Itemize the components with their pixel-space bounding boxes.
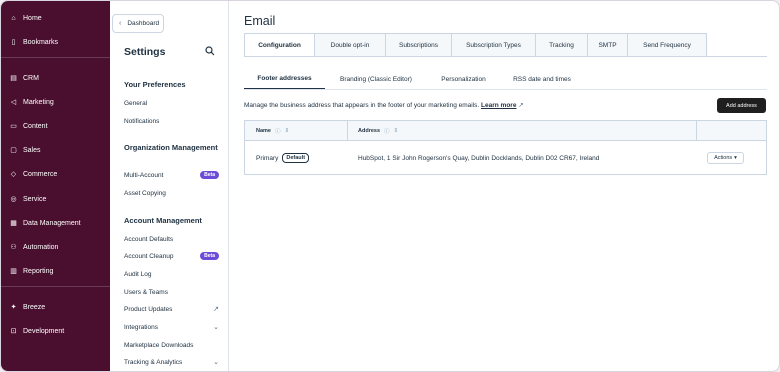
tab-configuration[interactable]: Configuration bbox=[244, 33, 315, 57]
table-cell-name: Primary Default bbox=[256, 152, 310, 164]
column-header-address[interactable]: Address ⓘ ⇕ bbox=[358, 121, 398, 141]
sidebar-item-users-teams[interactable]: Users & Teams bbox=[124, 287, 219, 297]
service-icon: ◎ bbox=[10, 195, 17, 203]
caret-down-icon: ▾ bbox=[734, 155, 737, 161]
breeze-icon: ✦ bbox=[10, 303, 17, 311]
back-to-dashboard-button[interactable]: ‹ Dashboard bbox=[112, 14, 164, 33]
addresses-table: Name ⓘ ⇕ Address ⓘ ⇕ Primary Default Hub… bbox=[244, 120, 767, 175]
nav-item-marketing[interactable]: ◁ Marketing bbox=[1, 92, 110, 112]
subtab-rss-date-times[interactable]: RSS date and times bbox=[500, 68, 584, 90]
subtab-bar: Footer addresses Branding (Classic Edito… bbox=[244, 68, 584, 90]
app-window: ⌂ Home ▯ Bookmarks ▤ CRM ◁ Marketing ▭ Conten… bbox=[0, 0, 780, 372]
subtabs-divider bbox=[244, 89, 767, 90]
sidebar-item-asset-copying[interactable]: Asset Copying bbox=[124, 188, 219, 198]
search-icon[interactable] bbox=[205, 46, 215, 56]
learn-more-link[interactable]: Learn more bbox=[481, 102, 516, 109]
nav-item-content[interactable]: ▭ Content bbox=[1, 116, 110, 136]
sidebar-item-product-updates[interactable]: Product Updates ↗ bbox=[124, 304, 219, 314]
home-icon: ⌂ bbox=[11, 14, 16, 22]
sidebar-item-integrations[interactable]: Integrations ⌄ bbox=[124, 322, 219, 332]
footer-description: Manage the business address that appears… bbox=[244, 102, 524, 109]
column-divider bbox=[696, 121, 697, 141]
info-icon: ⓘ bbox=[274, 129, 281, 135]
settings-sidebar: ‹ Dashboard Settings Your Preferences Ge… bbox=[110, 1, 229, 371]
content-icon: ▭ bbox=[10, 122, 17, 130]
sidebar-item-multi-account[interactable]: Multi-Account Beta bbox=[124, 170, 219, 180]
actions-dropdown-button[interactable]: Actions ▾ bbox=[707, 152, 744, 164]
sidebar-item-account-defaults[interactable]: Account Defaults bbox=[124, 234, 219, 244]
nav-item-service[interactable]: ◎ Service bbox=[1, 189, 110, 209]
global-nav: ⌂ Home ▯ Bookmarks ▤ CRM ◁ Marketing ▭ Conten… bbox=[1, 1, 110, 371]
sidebar-item-account-cleanup[interactable]: Account Cleanup Beta bbox=[124, 251, 219, 261]
section-heading-your-preferences: Your Preferences bbox=[124, 80, 186, 89]
section-heading-organization-management: Organization Management bbox=[124, 143, 218, 152]
beta-badge: Beta bbox=[200, 171, 219, 179]
table-cell-address: HubSpot, 1 Sir John Rogerson's Quay, Dub… bbox=[358, 154, 600, 162]
bookmark-icon: ▯ bbox=[11, 38, 16, 46]
add-address-button[interactable]: Add address bbox=[717, 98, 766, 113]
chevron-left-icon: ‹ bbox=[119, 20, 122, 27]
commerce-icon: ◇ bbox=[10, 170, 17, 178]
chevron-down-icon: ⌄ bbox=[213, 324, 219, 331]
nav-divider bbox=[1, 286, 110, 287]
sales-icon: ▢ bbox=[10, 146, 17, 154]
subtab-personalization[interactable]: Personalization bbox=[427, 68, 500, 90]
nav-item-bookmarks[interactable]: ▯ Bookmarks bbox=[1, 32, 110, 52]
sidebar-item-audit-log[interactable]: Audit Log bbox=[124, 269, 219, 279]
marketing-icon: ◁ bbox=[10, 98, 17, 106]
nav-item-development[interactable]: ⊡ Development bbox=[1, 321, 110, 341]
nav-divider bbox=[1, 57, 110, 58]
sort-icon[interactable]: ⇕ bbox=[285, 128, 290, 134]
nav-item-data-management[interactable]: ▦ Data Management bbox=[1, 213, 110, 233]
sidebar-item-general[interactable]: General bbox=[124, 98, 219, 108]
sidebar-item-marketplace-downloads[interactable]: Marketplace Downloads bbox=[124, 340, 219, 350]
tabs-divider bbox=[244, 56, 767, 57]
tab-smtp[interactable]: SMTP bbox=[588, 33, 628, 57]
nav-item-commerce[interactable]: ◇ Commerce bbox=[1, 164, 110, 184]
nav-item-automation[interactable]: ⚇ Automation bbox=[1, 237, 110, 257]
section-heading-account-management: Account Management bbox=[124, 216, 202, 225]
beta-badge: Beta bbox=[200, 252, 219, 260]
external-link-icon: ↗ bbox=[213, 306, 219, 313]
tab-double-opt-in[interactable]: Double opt-in bbox=[315, 33, 386, 57]
table-header: Name ⓘ ⇕ Address ⓘ ⇕ bbox=[245, 121, 766, 141]
data-management-icon: ▦ bbox=[10, 219, 17, 227]
tab-subscription-types[interactable]: Subscription Types bbox=[452, 33, 536, 57]
subtab-footer-addresses[interactable]: Footer addresses bbox=[244, 68, 325, 90]
nav-item-home[interactable]: ⌂ Home bbox=[1, 8, 110, 28]
subtab-branding[interactable]: Branding (Classic Editor) bbox=[325, 68, 427, 90]
column-header-name[interactable]: Name ⓘ ⇕ bbox=[256, 121, 289, 141]
nav-item-crm[interactable]: ▤ CRM bbox=[1, 68, 110, 88]
settings-title: Settings bbox=[124, 46, 166, 58]
main-content: Email Configuration Double opt-in Subscr… bbox=[229, 1, 779, 371]
sidebar-item-tracking-analytics[interactable]: Tracking & Analytics ⌄ bbox=[124, 357, 219, 367]
nav-item-breeze[interactable]: ✦ Breeze bbox=[1, 297, 110, 317]
tab-subscriptions[interactable]: Subscriptions bbox=[386, 33, 452, 57]
automation-icon: ⚇ bbox=[10, 243, 17, 251]
default-badge: Default bbox=[282, 153, 310, 163]
page-title: Email bbox=[244, 14, 276, 28]
tab-tracking[interactable]: Tracking bbox=[536, 33, 588, 57]
tab-bar: Configuration Double opt-in Subscription… bbox=[244, 33, 707, 57]
crm-icon: ▤ bbox=[10, 74, 17, 82]
reporting-icon: ▥ bbox=[10, 267, 17, 275]
column-divider bbox=[347, 121, 348, 141]
sort-icon[interactable]: ⇕ bbox=[394, 128, 399, 134]
nav-item-sales[interactable]: ▢ Sales bbox=[1, 140, 110, 160]
sidebar-item-notifications[interactable]: Notifications bbox=[124, 116, 219, 126]
development-icon: ⊡ bbox=[10, 327, 17, 335]
tab-send-frequency[interactable]: Send Frequency bbox=[628, 33, 707, 57]
nav-item-reporting[interactable]: ▥ Reporting bbox=[1, 261, 110, 281]
info-icon: ⓘ bbox=[384, 129, 390, 135]
chevron-down-icon: ⌄ bbox=[213, 359, 219, 366]
external-link-icon: ↗ bbox=[518, 102, 524, 109]
